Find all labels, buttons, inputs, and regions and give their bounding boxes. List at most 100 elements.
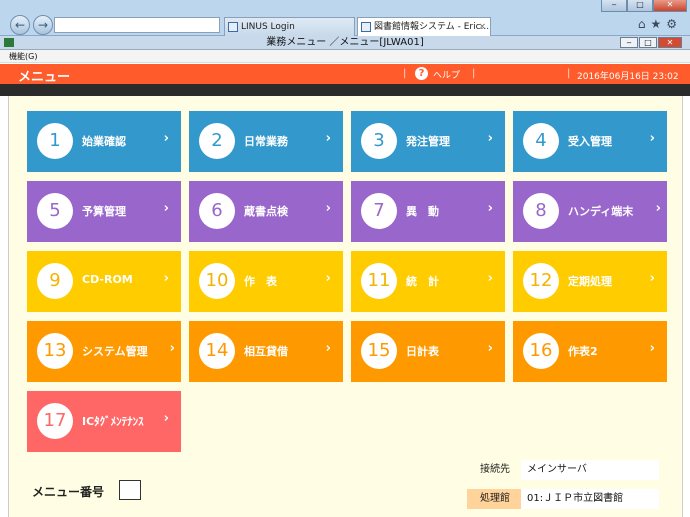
tile-label: 異 動 <box>406 205 439 218</box>
header-divider: | <box>403 68 407 79</box>
app-title: 業務メニュー ／メニュー[JLWA01] <box>266 37 424 48</box>
menu-tile-4[interactable]: 4 受入管理 › <box>513 111 667 172</box>
tile-number: 14 <box>199 333 235 369</box>
home-icon[interactable]: ⌂ <box>638 17 651 31</box>
menu-tile-15[interactable]: 15 日計表 › <box>351 321 505 382</box>
browser-chrome: ← → LINUS Login 図書館情報システム - Eric... × ‒ … <box>0 0 690 36</box>
tile-number: 13 <box>37 333 73 369</box>
forward-button[interactable]: → <box>33 15 53 35</box>
menu-tile-7[interactable]: 7 異 動 › <box>351 181 505 242</box>
back-button[interactable]: ← <box>10 15 30 35</box>
tile-label: 定期処理 <box>568 275 612 288</box>
gear-icon[interactable]: ⚙ <box>666 17 682 31</box>
menu-number-label: メニュー番号 <box>32 485 105 499</box>
chevron-right-icon: › <box>487 131 493 146</box>
tile-number: 7 <box>361 193 397 229</box>
menu-tile-13[interactable]: 13 システム管理 › <box>27 321 181 382</box>
tile-label: 作 表 <box>244 275 277 288</box>
chevron-right-icon: › <box>649 131 655 146</box>
page-icon <box>361 22 371 32</box>
menu-tile-8[interactable]: 8 ハンディ端末 › <box>513 181 667 242</box>
menu-tile-11[interactable]: 11 統 計 › <box>351 251 505 312</box>
tile-label: CD-ROM <box>82 273 133 286</box>
tile-number: 1 <box>37 123 73 159</box>
tile-number: 8 <box>523 193 559 229</box>
page-icon <box>228 22 238 32</box>
menu-tile-14[interactable]: 14 相互貸借 › <box>189 321 343 382</box>
app-icon <box>4 38 14 47</box>
menu-tile-1[interactable]: 1 始業確認 › <box>27 111 181 172</box>
tile-label: 発注管理 <box>406 135 450 148</box>
tile-label: ハンディ端末 <box>568 205 634 218</box>
tile-number: 5 <box>37 193 73 229</box>
menu-tile-10[interactable]: 10 作 表 › <box>189 251 343 312</box>
menu-number-input[interactable] <box>119 480 141 500</box>
tile-label: 蔵書点検 <box>244 205 288 218</box>
tab-label: 図書館情報システム - Eric... <box>374 22 490 32</box>
menu-tile-6[interactable]: 6 蔵書点検 › <box>189 181 343 242</box>
browser-tab-library-system[interactable]: 図書館情報システム - Eric... × <box>357 17 491 36</box>
help-link[interactable]: ヘルプ <box>433 68 460 81</box>
tile-number: 10 <box>199 263 235 299</box>
window-minimize-button[interactable]: ‒ <box>601 0 627 12</box>
tile-number: 17 <box>37 403 73 439</box>
chevron-right-icon: › <box>649 271 655 286</box>
menu-tile-17[interactable]: 17 ICﾀｸﾞﾒﾝﾃﾅﾝｽ › <box>27 391 181 452</box>
header-divider: | <box>472 68 476 79</box>
menubar: 機能(G) <box>0 50 690 63</box>
tile-number: 16 <box>523 333 559 369</box>
menu-tile-3[interactable]: 3 発注管理 › <box>351 111 505 172</box>
arrow-right-icon: → <box>37 18 49 32</box>
tile-number: 15 <box>361 333 397 369</box>
help-icon[interactable]: ? <box>415 67 428 80</box>
tile-label: 統 計 <box>406 275 439 288</box>
tile-label: 受入管理 <box>568 135 612 148</box>
tile-number: 2 <box>199 123 235 159</box>
menu-panel: 1 始業確認 › 2 日常業務 › 3 発注管理 › 4 受入管理 › 5 予算… <box>8 96 683 517</box>
tile-number: 4 <box>523 123 559 159</box>
arrow-left-icon: ← <box>14 18 26 32</box>
tile-label: システム管理 <box>82 345 148 358</box>
connection-value: メインサーバ <box>521 460 659 480</box>
window-maximize-button[interactable]: □ <box>627 0 653 12</box>
tile-label: 始業確認 <box>82 135 126 148</box>
menu-item-function[interactable]: 機能(G) <box>9 52 37 61</box>
chevron-right-icon: › <box>169 341 175 356</box>
menu-tile-16[interactable]: 16 作表2 › <box>513 321 667 382</box>
tile-number: 6 <box>199 193 235 229</box>
current-datetime: 2016年06月16日 23:02 <box>577 72 679 82</box>
chevron-right-icon: › <box>325 131 331 146</box>
browser-tab-linus-login[interactable]: LINUS Login <box>224 17 355 36</box>
tile-label: 相互貸借 <box>244 345 288 358</box>
menu-tile-5[interactable]: 5 予算管理 › <box>27 181 181 242</box>
app-close-button[interactable]: ✕ <box>658 37 682 48</box>
app-titlebar: 業務メニュー ／メニュー[JLWA01] ‒ □ ✕ <box>0 36 690 50</box>
chevron-right-icon: › <box>649 341 655 356</box>
address-bar[interactable] <box>54 17 220 33</box>
menu-tile-2[interactable]: 2 日常業務 › <box>189 111 343 172</box>
page-header: メニュー | ? ヘルプ | | 2016年06月16日 23:02 <box>0 64 690 85</box>
header-divider: | <box>567 68 571 79</box>
branch-value: 01:ＪＩＰ市立図書館 <box>521 489 659 509</box>
browser-toolbar-icons: ⌂★⚙ <box>638 17 682 31</box>
chevron-right-icon: › <box>163 201 169 216</box>
star-icon[interactable]: ★ <box>650 17 666 31</box>
tile-label: 日常業務 <box>244 135 288 148</box>
tile-label: 作表2 <box>568 345 598 358</box>
chevron-right-icon: › <box>163 271 169 286</box>
menu-tile-12[interactable]: 12 定期処理 › <box>513 251 667 312</box>
tab-label: LINUS Login <box>241 22 295 32</box>
branch-label: 処理館 <box>467 489 523 509</box>
chevron-right-icon: › <box>163 411 169 426</box>
app-minimize-button[interactable]: ‒ <box>620 37 638 48</box>
app-maximize-button[interactable]: □ <box>639 37 657 48</box>
page-title: メニュー <box>18 70 71 85</box>
chevron-right-icon: › <box>163 131 169 146</box>
window-close-button[interactable]: ✕ <box>653 0 687 12</box>
menu-tile-9[interactable]: 9 CD-ROM › <box>27 251 181 312</box>
chevron-right-icon: › <box>487 271 493 286</box>
chevron-right-icon: › <box>655 201 661 216</box>
header-underbar <box>0 84 690 96</box>
tab-close-icon[interactable]: × <box>478 18 486 36</box>
chevron-right-icon: › <box>325 271 331 286</box>
